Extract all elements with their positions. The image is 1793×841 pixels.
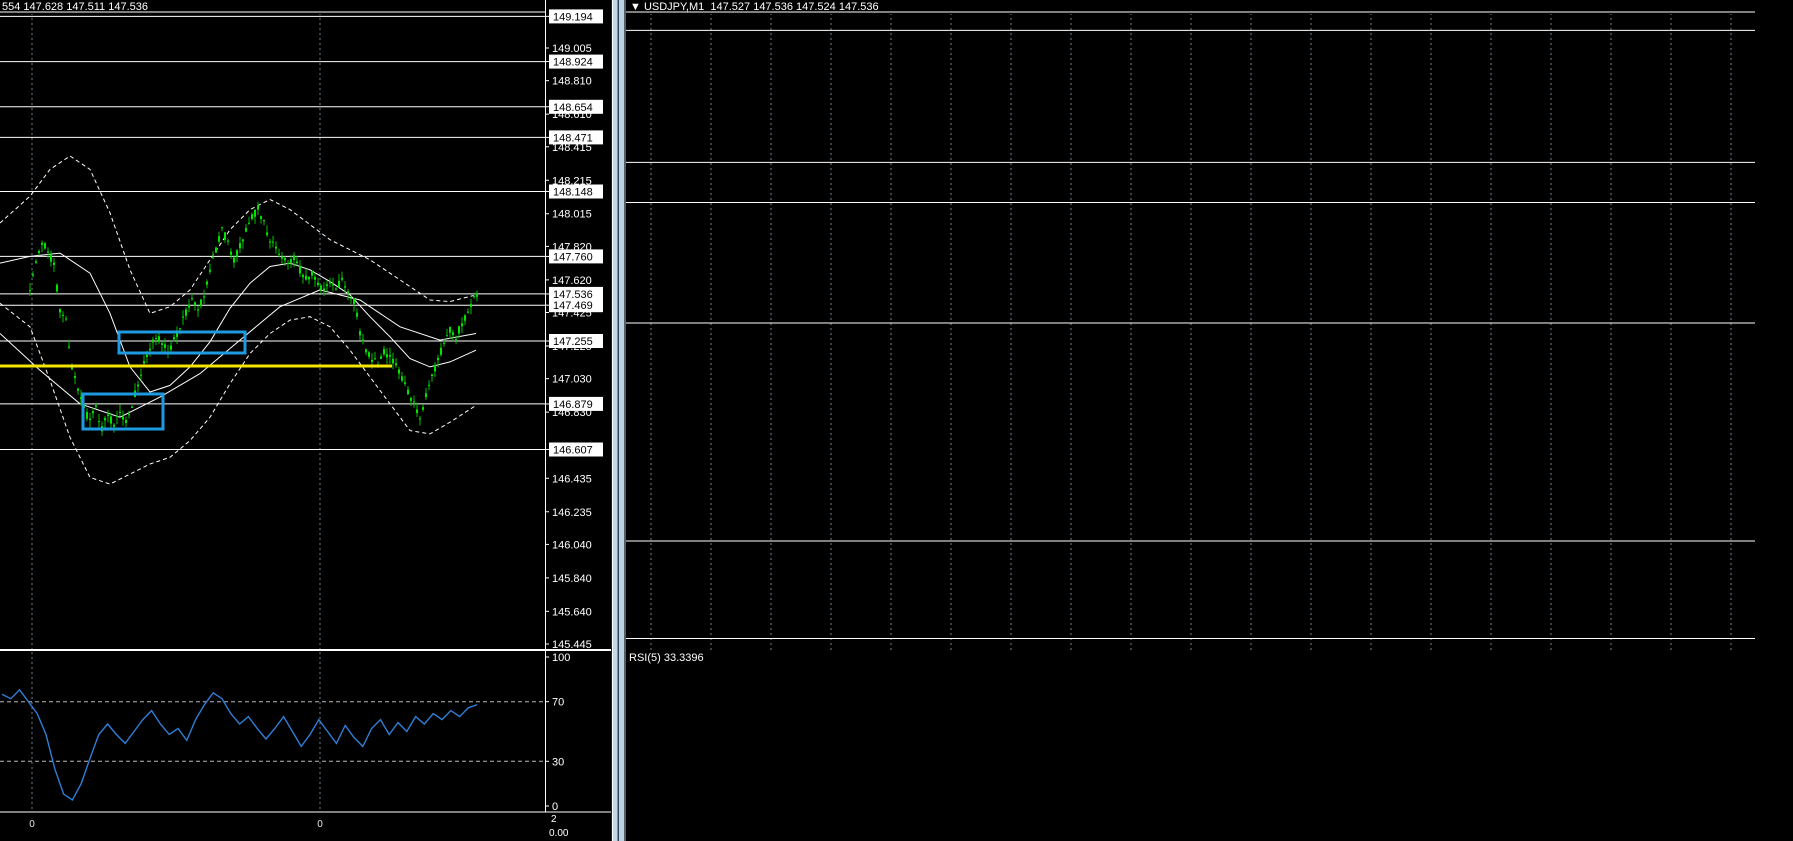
right-chart-title-text: USDJPY,M1 147.527 147.536 147.524 147.53… — [644, 1, 879, 13]
svg-text:2: 2 — [551, 814, 557, 825]
svg-text:0: 0 — [552, 801, 558, 813]
svg-text:147.030: 147.030 — [552, 374, 592, 386]
svg-text:0: 0 — [317, 819, 323, 830]
trading-terminal-window: { "colors":{ "bg":"#000000","candle":"#0… — [0, 0, 1793, 841]
svg-text:146.607: 146.607 — [553, 444, 593, 456]
svg-text:147.469: 147.469 — [553, 300, 593, 312]
panel-divider-scrollbar[interactable] — [611, 0, 626, 841]
svg-text:146.235: 146.235 — [552, 507, 592, 519]
svg-text:148.471: 148.471 — [553, 132, 593, 144]
left-chart-ohlc-title: 554 147.628 147.511 147.536 — [2, 1, 148, 13]
svg-text:146.879: 146.879 — [553, 399, 593, 411]
svg-text:145.640: 145.640 — [552, 606, 592, 618]
svg-text:148.148: 148.148 — [553, 186, 593, 198]
svg-text:146.435: 146.435 — [552, 473, 592, 485]
svg-text:147.255: 147.255 — [553, 336, 593, 348]
svg-text:147.760: 147.760 — [553, 251, 593, 263]
svg-text:149.005: 149.005 — [552, 43, 592, 55]
svg-text:145.840: 145.840 — [552, 573, 592, 585]
rsi-indicator-label: RSI(5) 33.3396 — [629, 652, 704, 664]
charts-canvas[interactable]: 149.005148.810148.610148.415148.215148.0… — [0, 0, 1793, 841]
svg-text:148.924: 148.924 — [553, 57, 593, 69]
svg-text:30: 30 — [552, 756, 564, 768]
svg-text:146.040: 146.040 — [552, 539, 592, 551]
svg-text:148.015: 148.015 — [552, 209, 592, 221]
svg-text:147.620: 147.620 — [552, 275, 592, 287]
svg-text:70: 70 — [552, 697, 564, 709]
right-chart-ohlc-title: ▼ USDJPY,M1 147.527 147.536 147.524 147.… — [630, 1, 879, 13]
chart-shift-marker-icon: ▼ — [630, 1, 641, 13]
svg-text:100: 100 — [552, 652, 570, 664]
svg-text:0: 0 — [29, 819, 35, 830]
svg-text:149.194: 149.194 — [553, 11, 593, 23]
svg-text:148.810: 148.810 — [552, 76, 592, 88]
svg-text:148.654: 148.654 — [553, 102, 593, 114]
svg-text:0.00: 0.00 — [549, 828, 569, 839]
